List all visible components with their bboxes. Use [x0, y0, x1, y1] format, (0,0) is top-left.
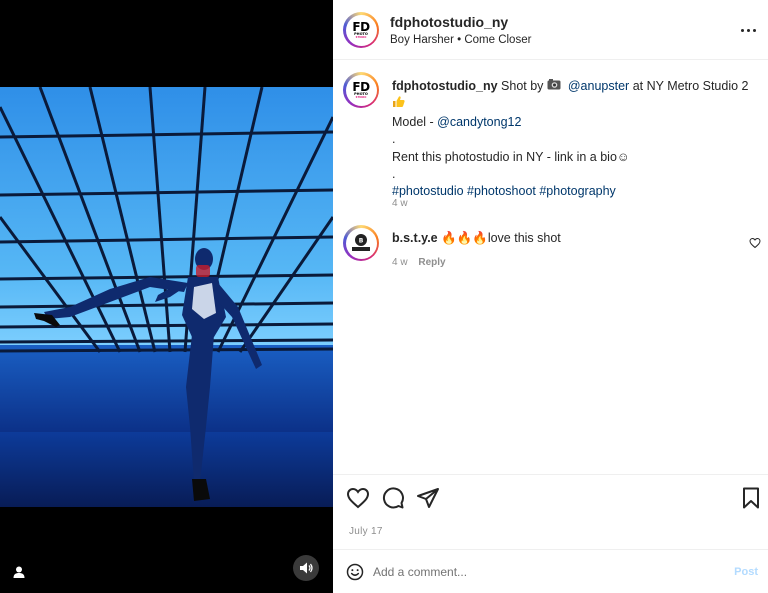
post-date[interactable]: July 17 [349, 526, 383, 537]
caption-timestamp[interactable]: 4 w [392, 198, 408, 209]
caption-shot-by: Shot by [501, 79, 544, 93]
reply-button[interactable]: Reply [418, 257, 445, 268]
comment-item: B b.s.t.y.e 🔥🔥🔥love this shot 4 w Reply [333, 225, 768, 275]
user-tag-icon[interactable] [8, 561, 30, 583]
fd-photo-studio-logo: FD PHOTO STUDIO [347, 76, 375, 104]
heart-icon[interactable] [346, 486, 370, 510]
bstye-logo: B [347, 229, 375, 257]
comment-heart-icon[interactable] [749, 236, 763, 250]
caption-line-model: Model - @candytong12 [392, 114, 752, 131]
caption-avatar[interactable]: FD PHOTO STUDIO [343, 72, 379, 108]
caption-username[interactable]: fdphotostudio_ny [392, 79, 498, 93]
bstye-logo-mark: B [352, 234, 370, 251]
caption-rent: Rent this photostudio in NY - link in a … [392, 149, 630, 164]
avatar-border: FD PHOTO STUDIO [345, 74, 377, 106]
comment-icon[interactable] [381, 486, 405, 510]
post-photo[interactable] [0, 87, 333, 507]
post-details-panel: FD PHOTO STUDIO fdphotostudio_ny Boy Har… [333, 0, 768, 593]
svg-text:B: B [359, 238, 364, 245]
avatar-border: FD PHOTO STUDIO [345, 14, 377, 46]
caption-dot-1: . [392, 132, 396, 147]
audio-track[interactable]: Boy Harsher • Come Closer [390, 34, 531, 46]
logo-line2: STUDIO [355, 95, 367, 99]
post-header: FD PHOTO STUDIO fdphotostudio_ny Boy Har… [333, 0, 768, 60]
caption-text: fdphotostudio_ny Shot by @anupster at NY… [392, 78, 752, 201]
avatar-border: B [345, 227, 377, 259]
model-link[interactable]: @candytong12 [437, 115, 521, 129]
comment-timestamp[interactable]: 4 w [392, 257, 408, 268]
comment-meta: 4 w Reply [392, 257, 446, 268]
smiley-icon[interactable] [346, 563, 364, 581]
post-button[interactable]: Post [734, 566, 758, 578]
comment-text: b.s.t.y.e 🔥🔥🔥love this shot [392, 231, 561, 246]
comment-username[interactable]: b.s.t.y.e [392, 231, 438, 245]
fd-photo-studio-logo: FD PHOTO STUDIO [347, 16, 375, 44]
caption-location: at NY Metro Studio 2 [632, 79, 749, 93]
comment-input[interactable] [373, 561, 713, 583]
photographer-link[interactable]: @anupster [568, 79, 629, 93]
studio-photo-illustration [0, 87, 333, 507]
media-pane [0, 0, 333, 593]
avatar[interactable]: FD PHOTO STUDIO [343, 12, 379, 48]
caption-dot-2: . [392, 167, 396, 182]
caption-line-1: fdphotostudio_ny Shot by @anupster at NY… [392, 78, 752, 114]
comment-flames: 🔥🔥🔥 [441, 231, 488, 245]
add-comment-bar: Post [333, 549, 768, 593]
action-bar [333, 474, 768, 518]
thumbs-up-icon [392, 95, 405, 113]
speaker-icon[interactable] [293, 555, 319, 581]
comment-body: love this shot [487, 231, 561, 245]
bookmark-icon[interactable] [739, 486, 763, 510]
caption-hashtags[interactable]: #photostudio #photoshoot #photography [392, 183, 752, 200]
logo-line2: STUDIO [355, 35, 367, 39]
camera-icon [547, 78, 561, 95]
comment-avatar[interactable]: B [343, 225, 379, 261]
send-icon[interactable] [416, 486, 440, 510]
header-username[interactable]: fdphotostudio_ny [390, 14, 508, 30]
model-label: Model - [392, 114, 438, 129]
more-icon[interactable] [738, 20, 758, 40]
